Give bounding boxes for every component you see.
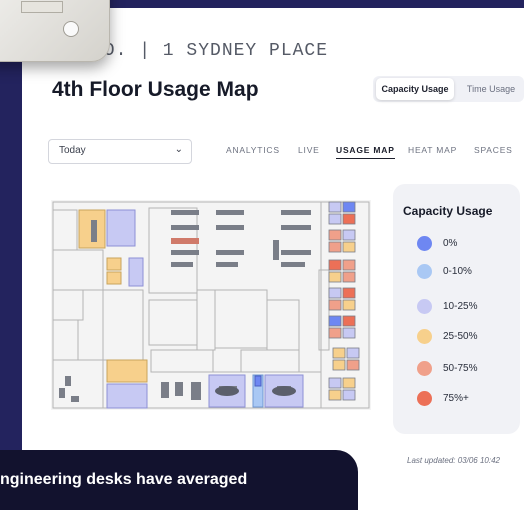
- insight-toast: ngineering desks have averaged: [0, 450, 358, 510]
- date-range-value: Today: [59, 145, 86, 156]
- legend-swatch: [417, 329, 432, 344]
- legend-label: 50-75%: [443, 363, 478, 374]
- company-location-label: CO. | 1 SYDNEY PLACE: [92, 41, 329, 61]
- nav-usage-map[interactable]: USAGE MAP: [336, 145, 395, 159]
- legend-swatch: [417, 299, 432, 314]
- right-desk-cluster: [328, 201, 360, 401]
- legend-swatch: [417, 361, 432, 376]
- device-button: [63, 21, 79, 37]
- legend-swatch: [417, 264, 432, 279]
- device-slot: [21, 1, 63, 13]
- left-frame-band: [0, 0, 22, 483]
- nav-analytics[interactable]: ANALYTICS: [226, 145, 280, 155]
- legend-label: 25-50%: [443, 331, 478, 342]
- legend-label: 0-10%: [443, 266, 472, 277]
- legend-label: 10-25%: [443, 301, 478, 312]
- capacity-legend: Capacity Usage 0% 0-10% 10-25% 25-50% 50…: [393, 184, 520, 434]
- legend-label: 75%+: [443, 393, 469, 404]
- legend-label: 0%: [443, 238, 458, 249]
- nav-live[interactable]: LIVE: [298, 145, 320, 155]
- desk-blocks-hot: [171, 238, 199, 244]
- page-title: 4th Floor Usage Map: [52, 78, 259, 101]
- insight-text: ngineering desks have averaged: [0, 471, 248, 488]
- desks-0: [254, 375, 262, 387]
- capacity-usage-tab[interactable]: Capacity Usage: [376, 78, 454, 100]
- legend-swatch: [417, 236, 432, 251]
- floor-plan-map[interactable]: [51, 200, 371, 410]
- sensor-device-icon: [0, 0, 110, 62]
- nav-heat-map[interactable]: HEAT MAP: [408, 145, 457, 155]
- legend-swatch: [417, 391, 432, 406]
- date-range-select[interactable]: Today ⌄: [48, 139, 192, 164]
- nav-spaces[interactable]: SPACES: [474, 145, 513, 155]
- last-updated-label: Last updated: 03/06 10:42: [407, 456, 500, 465]
- legend-title: Capacity Usage: [403, 204, 493, 218]
- chevron-down-icon: ⌄: [174, 144, 183, 155]
- time-usage-tab[interactable]: Time Usage: [461, 78, 521, 100]
- usage-view-toggle: Capacity Usage Time Usage: [373, 76, 524, 102]
